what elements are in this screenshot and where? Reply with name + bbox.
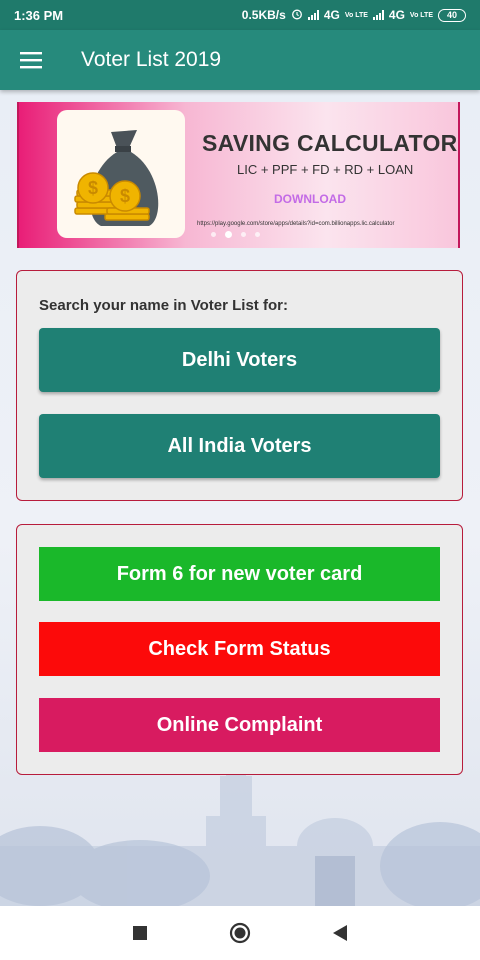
svg-text:$: $ xyxy=(88,178,98,198)
network-type-1: 4G xyxy=(323,8,340,22)
recents-square-icon[interactable] xyxy=(120,913,160,953)
status-icons: 0.5KB/s 4G Vo LTE 4G Vo LTE 40 xyxy=(242,8,466,23)
signal-icon-1 xyxy=(307,10,319,20)
delhi-voters-button[interactable]: Delhi Voters xyxy=(39,328,440,392)
app-title: Voter List 2019 xyxy=(81,48,222,71)
all-india-voters-button[interactable]: All India Voters xyxy=(39,414,440,478)
battery-icon: 40 xyxy=(438,8,466,22)
home-circle-icon[interactable] xyxy=(220,913,260,953)
svg-text:$: $ xyxy=(120,186,130,206)
hamburger-menu-icon[interactable] xyxy=(0,30,64,90)
banner-url: https://play.google.com/store/apps/detai… xyxy=(197,221,395,227)
app-bar: Voter List 2019 xyxy=(0,30,480,90)
search-card-label: Search your name in Voter List for: xyxy=(39,297,288,314)
banner-title: SAVING CALCULATOR xyxy=(202,130,458,156)
pager-dot-active[interactable] xyxy=(225,231,232,238)
check-form-status-button[interactable]: Check Form Status xyxy=(39,622,440,676)
network-type-2: 4G xyxy=(388,8,405,22)
alarm-icon xyxy=(291,8,303,23)
banner-download-link[interactable]: DOWNLOAD xyxy=(274,192,346,206)
volte-badge-1: Vo LTE xyxy=(344,11,368,19)
banner-pager-dots[interactable] xyxy=(211,231,260,238)
pager-dot[interactable] xyxy=(241,232,246,237)
pager-dot[interactable] xyxy=(255,232,260,237)
status-bar: 1:36 PM 0.5KB/s 4G Vo LTE 4G Vo LTE 40 xyxy=(0,0,480,30)
saving-calculator-banner[interactable]: $ $ SAVING CALCULATOR LIC + PPF + FD + R… xyxy=(17,102,460,248)
status-time: 1:36 PM xyxy=(14,7,64,23)
voter-search-card: Search your name in Voter List for: Delh… xyxy=(16,270,463,501)
signal-icon-2 xyxy=(372,10,384,20)
system-nav-bar xyxy=(0,906,480,960)
volte-badge-2: Vo LTE xyxy=(409,11,433,19)
banner-subtitle: LIC + PPF + FD + RD + LOAN xyxy=(237,162,414,177)
voter-forms-card: Form 6 for new voter card Check Form Sta… xyxy=(16,524,463,775)
network-speed: 0.5KB/s xyxy=(241,8,286,22)
back-triangle-icon[interactable] xyxy=(320,913,360,953)
form-6-button[interactable]: Form 6 for new voter card xyxy=(39,547,440,601)
money-bag-icon: $ $ xyxy=(57,110,185,238)
online-complaint-button[interactable]: Online Complaint xyxy=(39,698,440,752)
pager-dot[interactable] xyxy=(211,232,216,237)
